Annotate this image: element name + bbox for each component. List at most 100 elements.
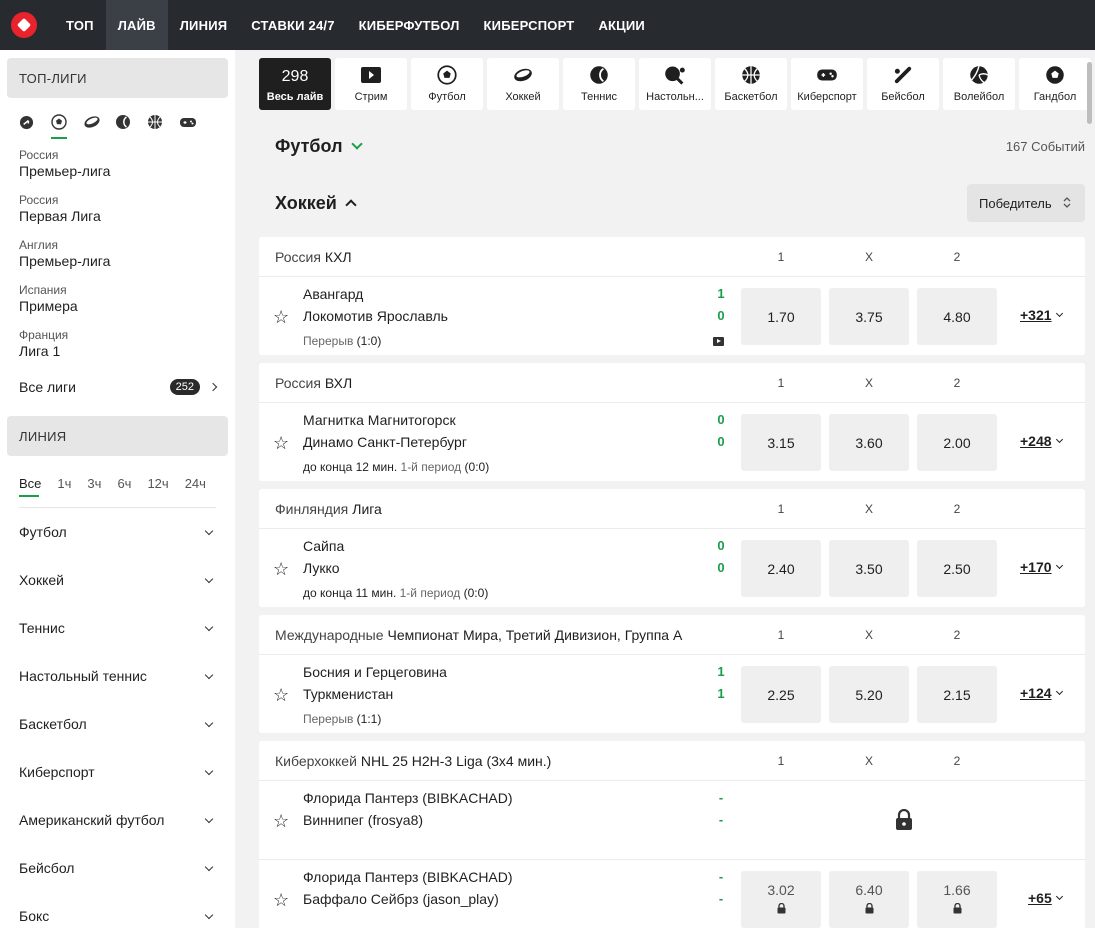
sport-tab[interactable]: Стрим — [335, 58, 407, 110]
odds-button[interactable]: 1.70 — [741, 288, 821, 345]
sport-tab[interactable]: Гандбол — [1019, 58, 1091, 110]
logo[interactable] — [4, 5, 44, 45]
sidebar-league-item[interactable]: Россия Премьер-лига — [0, 148, 235, 179]
sport-label: Теннис — [19, 620, 65, 636]
period-option[interactable]: 1ч — [57, 476, 71, 491]
odds-button[interactable]: 3.50 — [829, 540, 909, 597]
league-header[interactable]: Россия ВХЛ 1 X 2 — [259, 363, 1085, 403]
event-row[interactable]: ☆ Магнитка Магнитогорск Динамо Санкт-Петер… — [259, 403, 1085, 481]
scrollbar-thumb[interactable] — [1087, 62, 1092, 124]
period: Перерыв — [303, 334, 354, 348]
football-section-header[interactable]: Футбол 167 Событий — [259, 126, 1085, 166]
sport-tab[interactable]: Баскетбол — [715, 58, 787, 110]
score-detail: (1:1) — [356, 712, 382, 726]
nav-item[interactable]: КИБЕРСПОРТ — [472, 0, 587, 50]
league-header[interactable]: Россия КХЛ 1 X 2 — [259, 237, 1085, 277]
odds-button[interactable]: 2.50 — [917, 540, 997, 597]
sport-tab[interactable]: Бейсбол — [867, 58, 939, 110]
sidebar-league-item[interactable]: Россия Первая Лига — [0, 193, 235, 224]
more-markets-link[interactable]: +170 — [1020, 559, 1063, 575]
sidebar-sport-item[interactable]: Настольный теннис — [0, 652, 235, 700]
section-title-hockey[interactable]: Хоккей — [275, 193, 337, 214]
favorite-star-icon[interactable]: ☆ — [273, 812, 289, 830]
event-row[interactable]: ☆ Сайпа Лукко 0 0 до конца 11 мин. 1-й период… — [259, 529, 1085, 607]
sidebar-sport-item[interactable]: Американский футбол — [0, 796, 235, 844]
period-option[interactable]: 3ч — [87, 476, 101, 491]
sport-tab[interactable]: Теннис — [563, 58, 635, 110]
sidebar-sport-item[interactable]: Бокс — [0, 892, 235, 928]
sport-tab-all-live[interactable]: 298 Весь лайв — [259, 58, 331, 110]
sidebar-sport-item[interactable]: Теннис — [0, 604, 235, 652]
period-option[interactable]: Все — [19, 476, 41, 497]
odds-button[interactable]: 3.60 — [829, 414, 909, 471]
favorite-star-icon[interactable]: ☆ — [273, 891, 289, 909]
nav-item[interactable]: АКЦИИ — [586, 0, 657, 50]
period-option[interactable]: 6ч — [117, 476, 131, 491]
stream-icon[interactable] — [713, 337, 724, 346]
favorite-star-icon[interactable]: ☆ — [273, 686, 289, 704]
odds-button[interactable]: 2.25 — [741, 666, 821, 723]
odds-button[interactable]: 5.20 — [829, 666, 909, 723]
sidebar-sport-item[interactable]: Баскетбол — [0, 700, 235, 748]
nav-item[interactable]: ЛИНИЯ — [168, 0, 240, 50]
league-name: Примера — [19, 298, 78, 314]
team-away: Динамо Санкт-Петербург — [303, 434, 467, 450]
basketball-icon[interactable] — [147, 110, 179, 134]
line-header: ЛИНИЯ — [7, 416, 228, 456]
sport-tab[interactable]: Волейбол — [943, 58, 1015, 110]
hockey-icon[interactable] — [83, 110, 115, 134]
sport-tab[interactable]: Хоккей — [487, 58, 559, 110]
period-option[interactable]: 24ч — [185, 476, 206, 491]
odds-button[interactable]: 3.02 — [741, 871, 821, 928]
sidebar-sport-item[interactable]: Киберспорт — [0, 748, 235, 796]
sport-tab[interactable]: Футбол — [411, 58, 483, 110]
odds-button[interactable]: 2.40 — [741, 540, 821, 597]
volleyball-icon — [969, 64, 989, 86]
favorite-star-icon[interactable]: ☆ — [273, 434, 289, 452]
market-selector[interactable]: Победитель — [967, 184, 1085, 222]
more-markets-link[interactable]: +321 — [1020, 307, 1063, 323]
odds-button[interactable]: 1.66 — [917, 871, 997, 928]
favorite-star-icon[interactable]: ☆ — [273, 560, 289, 578]
live-count: 298 — [281, 68, 309, 85]
odds-button[interactable]: 3.75 — [829, 288, 909, 345]
gamepad-icon[interactable] — [179, 110, 211, 134]
all-leagues-link[interactable]: Все лиги 252 — [0, 379, 235, 395]
clock-icon[interactable] — [19, 110, 51, 134]
odds-button[interactable]: 2.15 — [917, 666, 997, 723]
sidebar-sport-item[interactable]: Хоккей — [0, 556, 235, 604]
sport-tab-label: Волейбол — [953, 91, 1005, 103]
event-row[interactable]: ☆ Босния и Герцеговина Туркменистан 1 1 Перер… — [259, 655, 1085, 733]
event-row[interactable]: ☆ Флорида Пантерз (BIBKACHAD) Баффало Сейб… — [259, 859, 1085, 928]
nav-item[interactable]: СТАВКИ 24/7 — [239, 0, 346, 50]
more-markets-link[interactable]: +248 — [1020, 433, 1063, 449]
sport-tab[interactable]: Киберспорт — [791, 58, 863, 110]
league-header[interactable]: Киберхоккей NHL 25 H2H-3 Liga (3x4 мин.) 1… — [259, 741, 1085, 781]
sidebar-sport-item[interactable]: Футбол — [0, 508, 235, 556]
favorite-star-icon[interactable]: ☆ — [273, 308, 289, 326]
more-markets-link[interactable]: +65 — [1028, 890, 1063, 906]
event-row[interactable]: ☆ Авангард Локомотив Ярославль 1 0 Перерыв (1… — [259, 277, 1085, 355]
hockey-icon — [512, 64, 534, 86]
sidebar-league-item[interactable]: Испания Примера — [0, 283, 235, 314]
football-icon[interactable] — [51, 110, 83, 139]
nav-item[interactable]: ЛАЙВ — [105, 0, 168, 50]
sidebar-sport-item[interactable]: Бейсбол — [0, 844, 235, 892]
nav-item[interactable]: ТОП — [54, 0, 106, 50]
league-header[interactable]: Финляндия Лига 1 X 2 — [259, 489, 1085, 529]
chevron-up-icon[interactable] — [345, 199, 357, 211]
odds-button[interactable]: 4.80 — [917, 288, 997, 345]
nav-item[interactable]: КИБЕРФУТБОЛ — [347, 0, 472, 50]
odds-button[interactable]: 6.40 — [829, 871, 909, 928]
tennis-icon[interactable] — [115, 110, 147, 134]
odds-button[interactable]: 3.15 — [741, 414, 821, 471]
sidebar-league-item[interactable]: Франция Лига 1 — [0, 328, 235, 359]
sport-tab[interactable]: Настольн... — [639, 58, 711, 110]
odds-button[interactable]: 2.00 — [917, 414, 997, 471]
league-block: Россия ВХЛ 1 X 2 ☆ Магнитка Магнитогорск Динамо… — [259, 363, 1085, 481]
league-header[interactable]: Международные Чемпионат Мира, Третий Диви… — [259, 615, 1085, 655]
period-option[interactable]: 12ч — [147, 476, 168, 491]
event-row[interactable]: ☆ Флорида Пантерз (BIBKACHAD) Виннипег (fr… — [259, 781, 1085, 859]
more-markets-link[interactable]: +124 — [1020, 685, 1063, 701]
sidebar-league-item[interactable]: Англия Премьер-лига — [0, 238, 235, 269]
